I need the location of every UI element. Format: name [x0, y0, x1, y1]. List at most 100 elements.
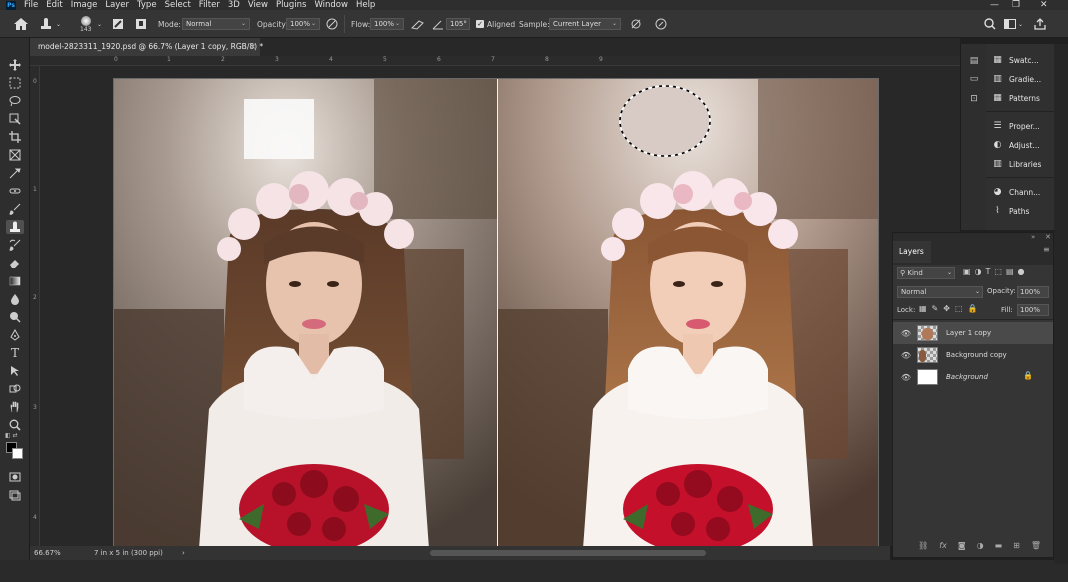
type-tool[interactable]: T: [6, 346, 24, 360]
aligned-checkbox[interactable]: ✓ Aligned: [476, 10, 515, 38]
paths-panel-button[interactable]: ⌇ Paths: [992, 203, 1029, 219]
pressure-opacity-toggle[interactable]: [326, 10, 338, 38]
mode-select[interactable]: Normal ⌄: [182, 18, 250, 30]
close-window-button[interactable]: ✕: [1040, 0, 1048, 10]
fx-icon[interactable]: fx: [939, 541, 947, 550]
menu-file[interactable]: File: [20, 0, 42, 10]
pressure-size-toggle[interactable]: [655, 10, 667, 38]
menu-window[interactable]: Window: [310, 0, 352, 10]
workspace-button[interactable]: ⌄: [1004, 10, 1023, 38]
horizontal-scrollbar[interactable]: [430, 550, 706, 556]
dodge-tool[interactable]: [6, 310, 24, 324]
hand-tool[interactable]: [6, 400, 24, 414]
history-panel-icon[interactable]: ▤: [968, 56, 980, 68]
eraser-tool[interactable]: [6, 256, 24, 270]
menu-type[interactable]: Type: [133, 0, 161, 10]
trash-icon[interactable]: 🗑: [1031, 541, 1041, 550]
clone-source-toggle[interactable]: [135, 10, 147, 38]
ignore-adjustment-layers-toggle[interactable]: [630, 10, 642, 38]
eyedropper-tool[interactable]: [6, 166, 24, 180]
path-selection-tool[interactable]: [6, 364, 24, 378]
lock-options[interactable]: ▦✎✥⬚🔒: [919, 304, 982, 313]
properties-panel-button[interactable]: ☰ Proper...: [992, 118, 1039, 134]
flow-input[interactable]: 100% ⌄: [370, 18, 404, 30]
share-button[interactable]: [1034, 10, 1046, 38]
layers-tab[interactable]: Layers: [893, 241, 931, 263]
blend-mode-select[interactable]: Normal ⌄: [897, 286, 983, 298]
opacity-input[interactable]: 100% ⌄: [286, 18, 320, 30]
collapse-icon[interactable]: »: [1031, 233, 1035, 241]
menu-select[interactable]: Select: [161, 0, 195, 10]
layer-row-background[interactable]: 👁 Background 🔒: [893, 366, 1053, 388]
object-selection-tool[interactable]: [6, 112, 24, 126]
marquee-tool[interactable]: [6, 76, 24, 90]
gradient-tool[interactable]: [6, 274, 24, 288]
comments-panel-icon[interactable]: ▭: [968, 74, 980, 86]
menu-edit[interactable]: Edit: [42, 0, 66, 10]
link-icon[interactable]: ⛓: [918, 541, 928, 550]
layer-filter-icons[interactable]: ▣◑T⬚▤●: [963, 267, 1029, 276]
airbrush-toggle[interactable]: [411, 10, 425, 38]
status-menu-arrow[interactable]: ›: [182, 546, 185, 560]
fill-input[interactable]: 100%: [1017, 304, 1049, 316]
adjustments-panel-button[interactable]: ◐ Adjust...: [992, 137, 1040, 153]
adjust-panel-icon[interactable]: ⊡: [968, 94, 980, 106]
move-tool[interactable]: [6, 58, 24, 72]
group-folder-icon[interactable]: ▬: [995, 541, 1003, 550]
channels-panel-button[interactable]: ◕ Chann...: [992, 184, 1041, 200]
lasso-tool[interactable]: [6, 94, 24, 108]
healing-brush-tool[interactable]: [6, 184, 24, 198]
visibility-eye-icon[interactable]: 👁: [899, 329, 913, 338]
maximize-button[interactable]: ❐: [1012, 0, 1020, 10]
document-image[interactable]: [113, 78, 879, 546]
blur-tool[interactable]: [6, 292, 24, 306]
layer-filter-select[interactable]: ⚲ Kind ⌄: [897, 267, 955, 279]
menu-plugins[interactable]: Plugins: [272, 0, 310, 10]
zoom-level[interactable]: 66.67%: [34, 546, 61, 560]
menu-layer[interactable]: Layer: [101, 0, 133, 10]
brush-picker[interactable]: 143: [80, 10, 91, 38]
search-button[interactable]: [984, 10, 996, 38]
libraries-panel-button[interactable]: ▥ Libraries: [992, 156, 1041, 172]
shape-tool[interactable]: [6, 382, 24, 396]
menu-3d[interactable]: 3D: [224, 0, 244, 10]
canvas-area[interactable]: [40, 66, 960, 546]
crop-tool[interactable]: [6, 130, 24, 144]
layer-opacity-input[interactable]: 100%: [1017, 286, 1049, 298]
pen-tool[interactable]: [6, 328, 24, 342]
home-button[interactable]: [14, 10, 28, 38]
menu-view[interactable]: View: [244, 0, 272, 10]
quick-mask-button[interactable]: [6, 470, 24, 484]
adjustment-icon[interactable]: ◑: [977, 541, 984, 550]
visibility-eye-icon[interactable]: 👁: [899, 373, 913, 382]
screen-mode-button[interactable]: [6, 488, 24, 502]
clone-stamp-tool[interactable]: [6, 220, 24, 234]
new-layer-icon[interactable]: ⊞: [1013, 541, 1020, 550]
zoom-tool[interactable]: [6, 418, 24, 432]
menu-image[interactable]: Image: [67, 0, 102, 10]
panel-menu-icon[interactable]: ≡: [1043, 245, 1050, 254]
close-panel-icon[interactable]: ✕: [1045, 233, 1051, 241]
frame-tool[interactable]: [6, 148, 24, 162]
document-tab[interactable]: model-2823311_1920.psd @ 66.7% (Layer 1 …: [30, 38, 263, 56]
layer-row-background-copy[interactable]: 👁 Background copy: [893, 344, 1053, 366]
menu-help[interactable]: Help: [352, 0, 379, 10]
tool-preset-picker[interactable]: ⌄: [40, 10, 61, 38]
default-colors-icon[interactable]: ◧ ⇄: [5, 432, 18, 439]
minimize-button[interactable]: —: [990, 0, 999, 10]
gradients-panel-button[interactable]: ▥ Gradie...: [992, 71, 1041, 87]
close-tab-button[interactable]: ×: [250, 38, 256, 56]
brush-tool[interactable]: [6, 202, 24, 216]
layer-row-layer-1-copy[interactable]: 👁 Layer 1 copy: [893, 322, 1053, 344]
brush-settings-toggle[interactable]: [112, 10, 124, 38]
menu-filter[interactable]: Filter: [195, 0, 224, 10]
history-brush-tool[interactable]: [6, 238, 24, 252]
mask-icon[interactable]: ◙: [958, 541, 966, 550]
visibility-eye-icon[interactable]: 👁: [899, 351, 913, 360]
sample-select[interactable]: Current Layer ⌄: [549, 18, 621, 30]
patterns-panel-button[interactable]: ▦ Patterns: [992, 90, 1040, 106]
angle-input[interactable]: 105°: [446, 18, 470, 30]
swatches-panel-button[interactable]: ▦ Swatc...: [992, 52, 1038, 68]
background-color-swatch[interactable]: [12, 448, 23, 459]
brush-picker-caret[interactable]: ⌄: [97, 10, 102, 38]
